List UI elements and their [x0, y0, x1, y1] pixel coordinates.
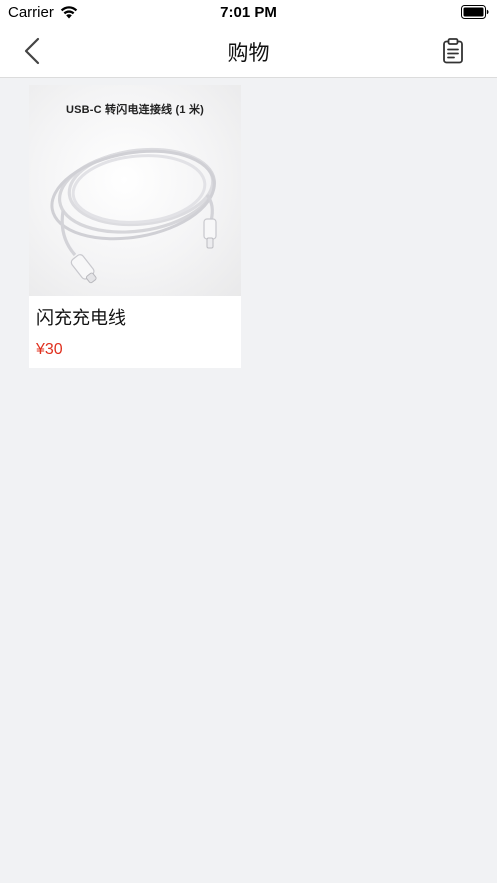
- battery-icon: [461, 5, 489, 19]
- product-image-caption: USB-C 转闪电连接线 (1 米): [65, 104, 205, 116]
- product-price: ¥30: [36, 341, 63, 358]
- page-title: 购物: [227, 42, 270, 65]
- product-card[interactable]: USB-C 转闪电连接线 (1 米) 闪充充电线 ¥30: [29, 85, 241, 368]
- product-image: USB-C 转闪电连接线 (1 米): [29, 85, 241, 296]
- navigation-bar: 购物: [0, 26, 497, 78]
- usb-c-lightning-cable-image: [50, 147, 217, 284]
- status-time: 7:01 PM: [220, 4, 277, 21]
- clipboard-icon: [443, 38, 463, 64]
- product-name: 闪充充电线: [36, 308, 126, 328]
- status-bar: Carrier 7:01 PM: [0, 0, 497, 26]
- orders-button[interactable]: [439, 37, 467, 65]
